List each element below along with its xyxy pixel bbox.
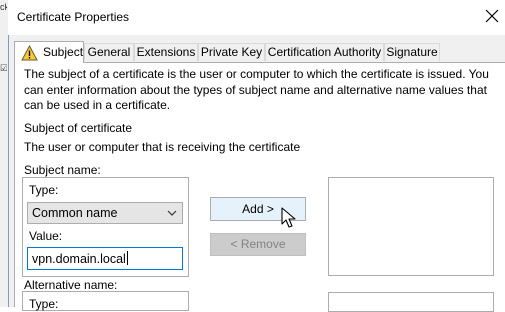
- alternative-name-label: Alternative name:: [24, 278, 118, 292]
- subject-heading: Subject of certificate: [24, 121, 133, 135]
- remove-button[interactable]: < Remove: [210, 233, 306, 256]
- value-input[interactable]: vpn.domain.local: [27, 247, 183, 270]
- warning-icon: [21, 45, 38, 61]
- tab-extensions[interactable]: Extensions: [134, 43, 198, 61]
- tab-private-key-label: Private Key: [200, 45, 263, 59]
- alternative-values-listbox[interactable]: [328, 292, 494, 312]
- subject-values-listbox[interactable]: [328, 177, 494, 276]
- text-caret: [126, 251, 128, 265]
- background-window-fragment: ☑: [0, 63, 7, 73]
- tab-signature[interactable]: Signature: [384, 43, 440, 61]
- close-button[interactable]: [483, 6, 501, 26]
- subject-description: The subject of a certificate is the user…: [24, 67, 489, 112]
- subject-subheading: The user or computer that is receiving t…: [24, 140, 301, 154]
- type-dropdown[interactable]: Common name: [27, 202, 183, 224]
- close-icon: [485, 9, 499, 23]
- mouse-pointer-icon: [281, 207, 296, 228]
- tab-certification-authority-label: Certification Authority: [267, 45, 382, 59]
- tab-subject[interactable]: Subject: [14, 41, 84, 63]
- tab-signature-label: Signature: [386, 45, 438, 59]
- tab-certification-authority[interactable]: Certification Authority: [265, 43, 384, 61]
- tab-extensions-label: Extensions: [136, 45, 196, 59]
- background-window-fragment: ck: [0, 2, 7, 12]
- tab-general-label: General: [87, 45, 131, 59]
- type-dropdown-value: Common name: [32, 206, 118, 220]
- value-label: Value:: [29, 229, 63, 243]
- subject-name-label: Subject name:: [24, 163, 101, 177]
- tab-subject-label: Subject: [43, 45, 84, 59]
- tab-private-key[interactable]: Private Key: [198, 43, 265, 61]
- value-input-text: vpn.domain.local: [32, 252, 126, 266]
- tab-general[interactable]: General: [84, 43, 134, 61]
- chevron-down-icon: [167, 210, 177, 216]
- dialog-title: Certificate Properties: [17, 10, 130, 24]
- type-label: Type:: [29, 183, 59, 197]
- alternative-type-label: Type:: [29, 297, 59, 311]
